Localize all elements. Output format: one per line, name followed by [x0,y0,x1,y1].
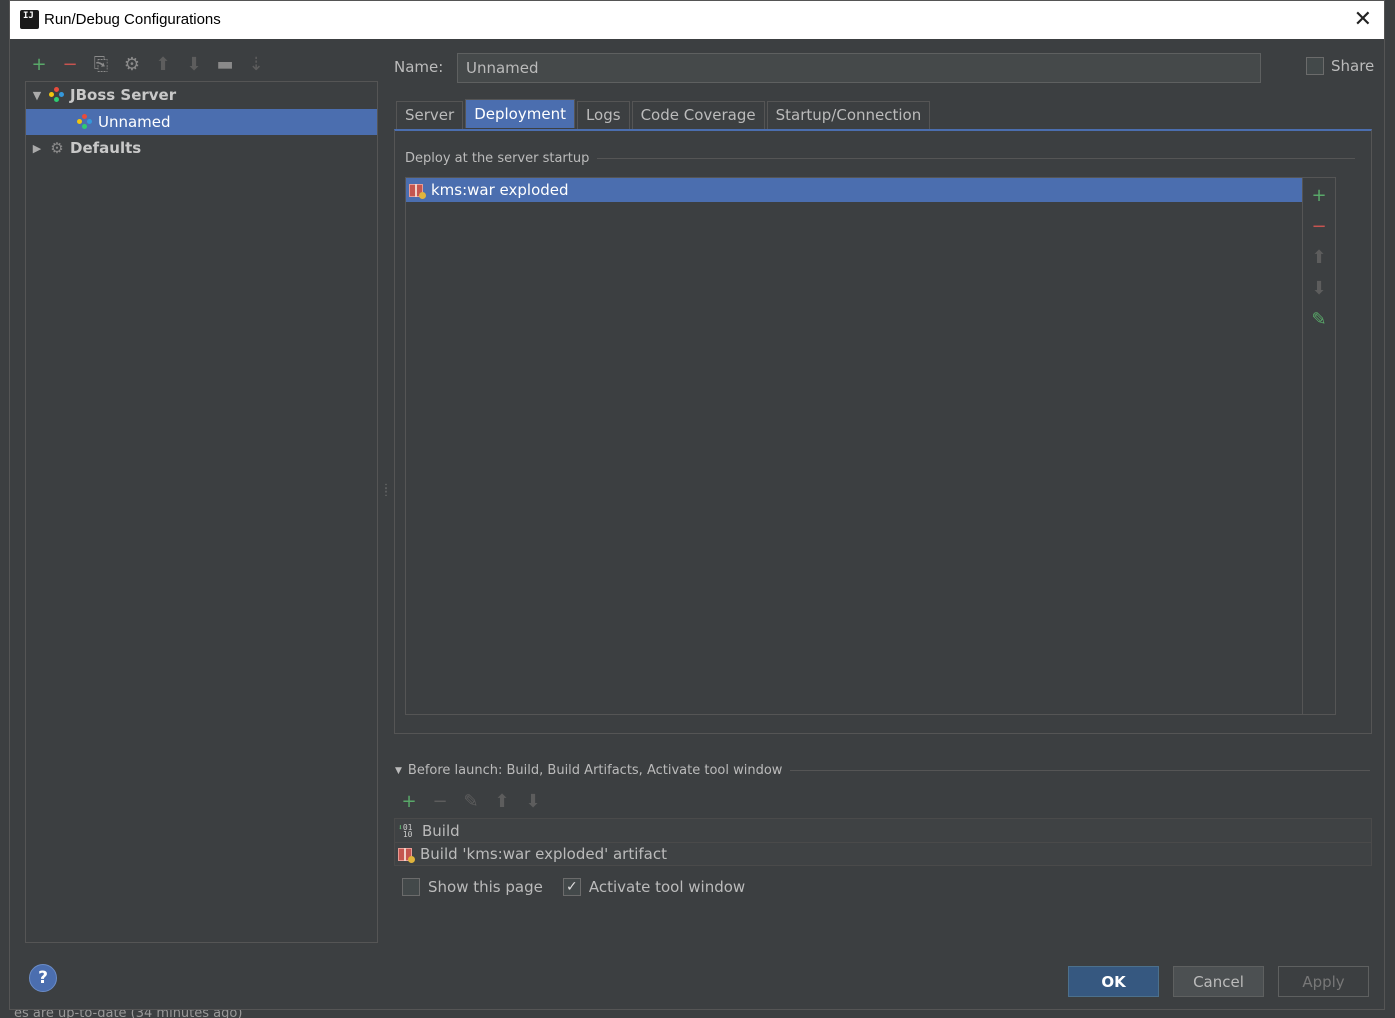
close-icon[interactable]: ✕ [1354,7,1372,32]
tree-item-unnamed[interactable]: Unnamed [26,109,377,135]
copy-config-button[interactable]: ⎘ [90,53,112,75]
share-checkbox[interactable]: Share [1306,57,1374,75]
run-debug-dialog: IJ Run/Debug Configurations ✕ + − ⎘ ⚙ ⬆ … [9,0,1385,1010]
tab-code-coverage[interactable]: Code Coverage [631,101,765,129]
edit-defaults-button[interactable]: ⚙ [121,53,143,75]
task-down-icon[interactable]: ⬇ [522,790,544,812]
move-up-icon[interactable]: ⬆ [1308,246,1330,268]
collapse-triangle-icon[interactable]: ▼ [395,766,402,776]
artifact-icon [398,846,415,863]
wrench-icon: ⚙ [50,139,64,157]
activate-tool-window-checkbox[interactable]: ✓ [562,878,581,896]
tree-item-jboss-server[interactable]: ▼ JBoss Server [26,82,377,108]
artifact-icon [409,182,426,199]
list-item[interactable]: kms:war exploded [406,178,1302,202]
deploy-section-title: Deploy at the server startup [405,151,590,166]
folder-button[interactable]: ▬ [214,53,236,75]
config-toolbar: + − ⎘ ⚙ ⬆ ⬇ ▬ ⇣ [28,51,267,77]
build-icon: ⬇01 10 [398,822,413,839]
title-bar: IJ Run/Debug Configurations ✕ [10,1,1384,39]
task-label: Build 'kms:war exploded' artifact [420,845,667,863]
splitter-handle[interactable]: ⋮ ⋮ [381,484,391,498]
show-this-page-checkbox[interactable] [402,878,420,896]
jboss-icon [48,86,66,104]
deploy-side-toolbar: + − ⬆ ⬇ ✎ [1303,177,1336,715]
checkbox-box[interactable] [1306,57,1324,75]
background-ide-right [1385,0,1395,1018]
launch-options: Show this page ✓ Activate tool window [402,878,745,896]
apply-button[interactable]: Apply [1278,966,1369,997]
edit-task-icon[interactable]: ✎ [460,790,482,812]
tab-startup-connection[interactable]: Startup/Connection [766,101,931,129]
move-down-button[interactable]: ⬇ [183,53,205,75]
remove-task-icon[interactable]: − [429,790,451,812]
before-launch-title: Before launch: Build, Build Artifacts, A… [407,763,783,778]
deployment-panel: Deploy at the server startup kms:war exp… [394,129,1372,734]
before-launch-header[interactable]: ▼ Before launch: Build, Build Artifacts,… [395,763,1370,778]
add-deployment-icon[interactable]: + [1308,184,1330,206]
task-label: Build [422,821,460,840]
before-launch-list: ⬇01 10 Build Build 'kms:war exploded' ar… [394,818,1372,866]
config-tree: ▼ JBoss Server Unnamed ▶ ⚙ Defaults [25,81,378,943]
tree-item-defaults[interactable]: ▶ ⚙ Defaults [26,135,377,161]
tree-item-label: Defaults [70,139,142,157]
share-label: Share [1331,57,1375,75]
list-item[interactable]: Build 'kms:war exploded' artifact [395,842,1371,865]
jboss-icon [76,113,94,131]
show-this-page-label: Show this page [428,878,543,896]
intellij-app-icon: IJ [18,8,41,31]
deploy-section-header: Deploy at the server startup [405,151,1355,166]
background-ide-left [0,0,9,1018]
tree-item-label: Unnamed [98,113,171,131]
list-item[interactable]: ⬇01 10 Build [395,819,1371,842]
window-title: Run/Debug Configurations [44,11,221,28]
add-config-button[interactable]: + [28,53,50,75]
tree-item-label: JBoss Server [70,86,177,104]
expand-arrow-icon[interactable]: ▼ [30,89,44,102]
ok-button[interactable]: OK [1068,966,1159,997]
tab-deployment[interactable]: Deployment [465,99,575,128]
deploy-list: kms:war exploded [405,177,1303,715]
name-field[interactable] [457,53,1261,83]
task-up-icon[interactable]: ⬆ [491,790,513,812]
name-label: Name: [394,58,444,76]
collapse-arrow-icon[interactable]: ▶ [30,142,44,155]
tab-server[interactable]: Server [396,101,464,129]
deploy-item-label: kms:war exploded [431,181,569,199]
tab-strip: Server Deployment Logs Code Coverage Sta… [396,99,931,129]
edit-pencil-icon[interactable]: ✎ [1308,308,1330,330]
tab-logs[interactable]: Logs [576,101,630,129]
activate-tool-window-label: Activate tool window [588,878,746,896]
help-button[interactable]: ? [29,964,57,992]
move-up-button[interactable]: ⬆ [152,53,174,75]
cancel-button[interactable]: Cancel [1173,966,1264,997]
sort-button[interactable]: ⇣ [245,53,267,75]
move-down-icon[interactable]: ⬇ [1308,277,1330,299]
remove-config-button[interactable]: − [59,53,81,75]
before-launch-toolbar: + − ✎ ⬆ ⬇ [398,790,544,812]
add-task-icon[interactable]: + [398,790,420,812]
remove-deployment-icon[interactable]: − [1308,215,1330,237]
